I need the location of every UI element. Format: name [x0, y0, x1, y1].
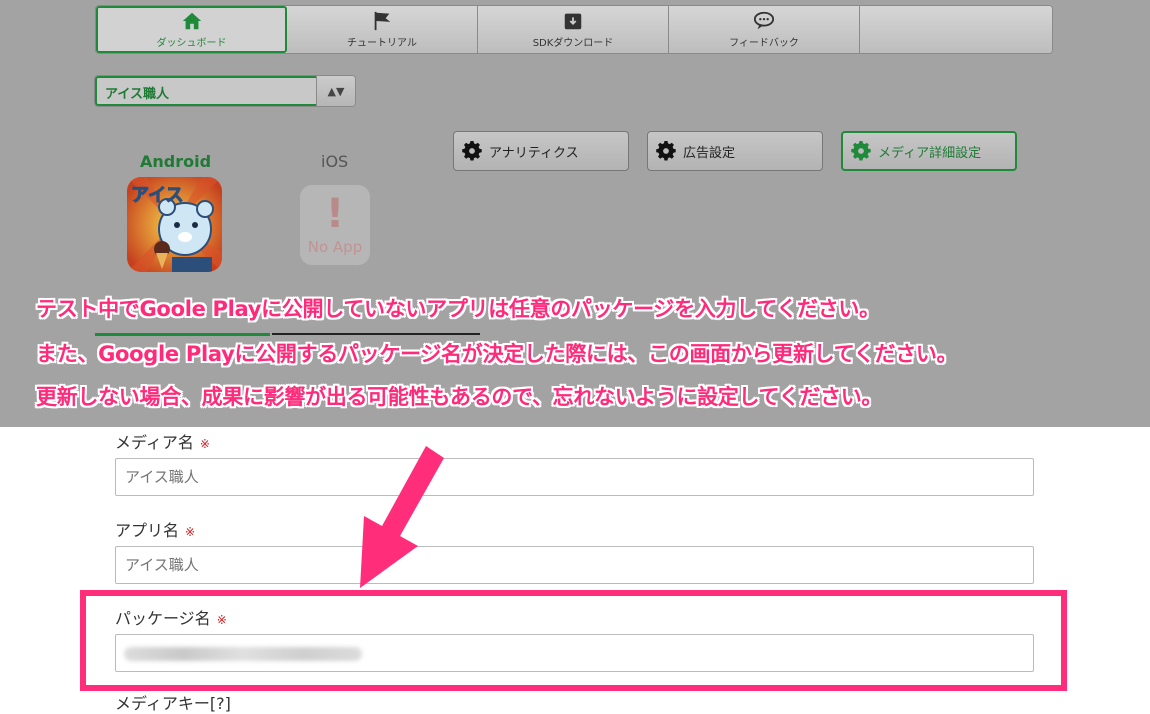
- annotation-line-3: 更新しない場合、成果に影響が出る可能性もあるので、忘れないように設定してください…: [36, 385, 883, 409]
- nav-label: フィードバック: [729, 38, 799, 49]
- highlight-box: [80, 590, 1067, 691]
- no-app-label: No App: [307, 238, 363, 256]
- required-mark: ※: [199, 437, 210, 451]
- home-icon: [182, 12, 201, 30]
- android-tab-label[interactable]: Android: [140, 152, 211, 171]
- ad-settings-label: 広告設定: [683, 145, 736, 161]
- nav-label: チュートリアル: [347, 38, 417, 49]
- analytics-label: アナリティクス: [489, 145, 579, 161]
- ios-tab-label[interactable]: iOS: [321, 152, 348, 171]
- analytics-button[interactable]: アナリティクス: [453, 131, 629, 171]
- media-name-label: メディア名 ※: [115, 429, 210, 453]
- pink-arrow-icon: [360, 446, 444, 588]
- ad-settings-button[interactable]: 広告設定: [647, 131, 823, 171]
- media-name-label-text: メディア名: [115, 433, 194, 452]
- speech-bubble-icon: [753, 11, 775, 30]
- no-app-icon: ! No App: [300, 185, 370, 265]
- subtab-active-indicator: [95, 333, 270, 336]
- nav-item-feedback[interactable]: フィードバック: [669, 6, 860, 53]
- nav-item-empty: [860, 6, 1052, 53]
- top-nav: ダッシュボード チュートリアル SDKダウンロード フィードバック: [95, 5, 1053, 54]
- media-settings-button[interactable]: メディア詳細設定: [841, 131, 1017, 171]
- download-box-icon: [564, 13, 582, 30]
- media-settings-label: メディア詳細設定: [878, 145, 982, 161]
- app-icon-text: アイス: [131, 185, 184, 206]
- media-key-label: メディアキー[?]: [115, 694, 231, 713]
- annotation-line-1: テスト中でGoole Playに公開していないアプリは任意のパッケージを入力して…: [36, 297, 880, 321]
- gear-icon: [462, 141, 482, 161]
- app-select[interactable]: アイス職人 ▲▼: [94, 75, 356, 107]
- media-name-input[interactable]: [115, 458, 1034, 496]
- gear-icon: [851, 141, 871, 161]
- gear-icon: [656, 141, 676, 161]
- app-name-label: アプリ名 ※: [115, 517, 195, 541]
- required-mark: ※: [185, 525, 196, 539]
- exclamation-icon: !: [325, 191, 345, 237]
- flag-icon: [374, 11, 391, 31]
- nav-label: ダッシュボード: [156, 38, 227, 49]
- app-name-input[interactable]: [115, 546, 1034, 584]
- nav-item-tutorial[interactable]: チュートリアル: [287, 6, 478, 53]
- annotation-line-2: また、Google Playに公開するパッケージ名が決定した際には、この画面から…: [36, 342, 958, 366]
- nav-item-sdk-download[interactable]: SDKダウンロード: [478, 6, 669, 53]
- subtab-underline: [272, 333, 480, 335]
- nav-label: SDKダウンロード: [532, 38, 614, 49]
- select-arrows-icon: ▲▼: [316, 76, 355, 106]
- nav-item-dashboard[interactable]: ダッシュボード: [96, 6, 287, 53]
- app-select-value: アイス職人: [95, 76, 316, 106]
- bear-mascot-icon: アイス: [127, 177, 222, 272]
- app-name-label-text: アプリ名: [115, 521, 180, 540]
- app-icon[interactable]: アイス: [127, 177, 222, 272]
